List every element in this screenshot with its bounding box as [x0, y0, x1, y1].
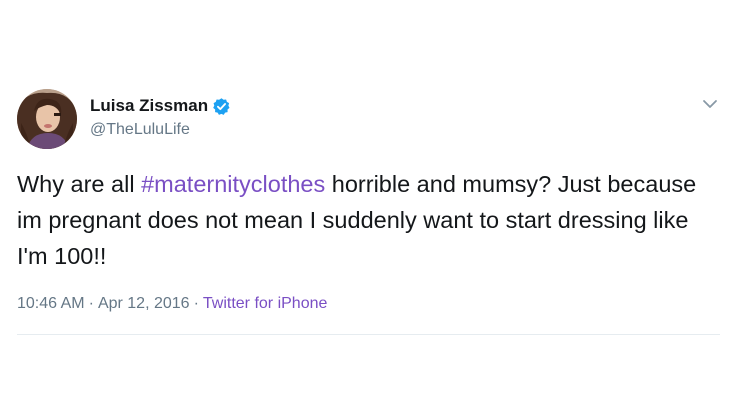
tweet-metadata: 10:46 AM · Apr 12, 2016 · Twitter for iPhone	[17, 295, 327, 313]
tweet-text-start: Why are all	[17, 171, 142, 197]
tweet-card: Luisa Zissman @TheLuluLife Why are all #…	[0, 0, 737, 415]
name-row: Luisa Zissman	[90, 95, 231, 117]
user-handle[interactable]: @TheLuluLife	[90, 121, 190, 139]
divider	[17, 334, 720, 335]
separator: ·	[193, 295, 199, 312]
display-name[interactable]: Luisa Zissman	[90, 96, 208, 116]
tweet-time[interactable]: 10:46 AM	[17, 295, 85, 312]
tweet-source-link[interactable]: Twitter for iPhone	[203, 295, 328, 312]
tweet-text: Why are all #maternityclothes horrible a…	[17, 166, 722, 274]
separator: ·	[88, 295, 94, 312]
verified-badge-icon	[212, 97, 231, 116]
chevron-down-icon[interactable]	[700, 96, 720, 112]
profile-photo-icon	[17, 89, 77, 149]
avatar[interactable]	[17, 89, 77, 149]
hashtag-link[interactable]: #maternityclothes	[141, 171, 325, 197]
tweet-date[interactable]: Apr 12, 2016	[98, 295, 190, 312]
